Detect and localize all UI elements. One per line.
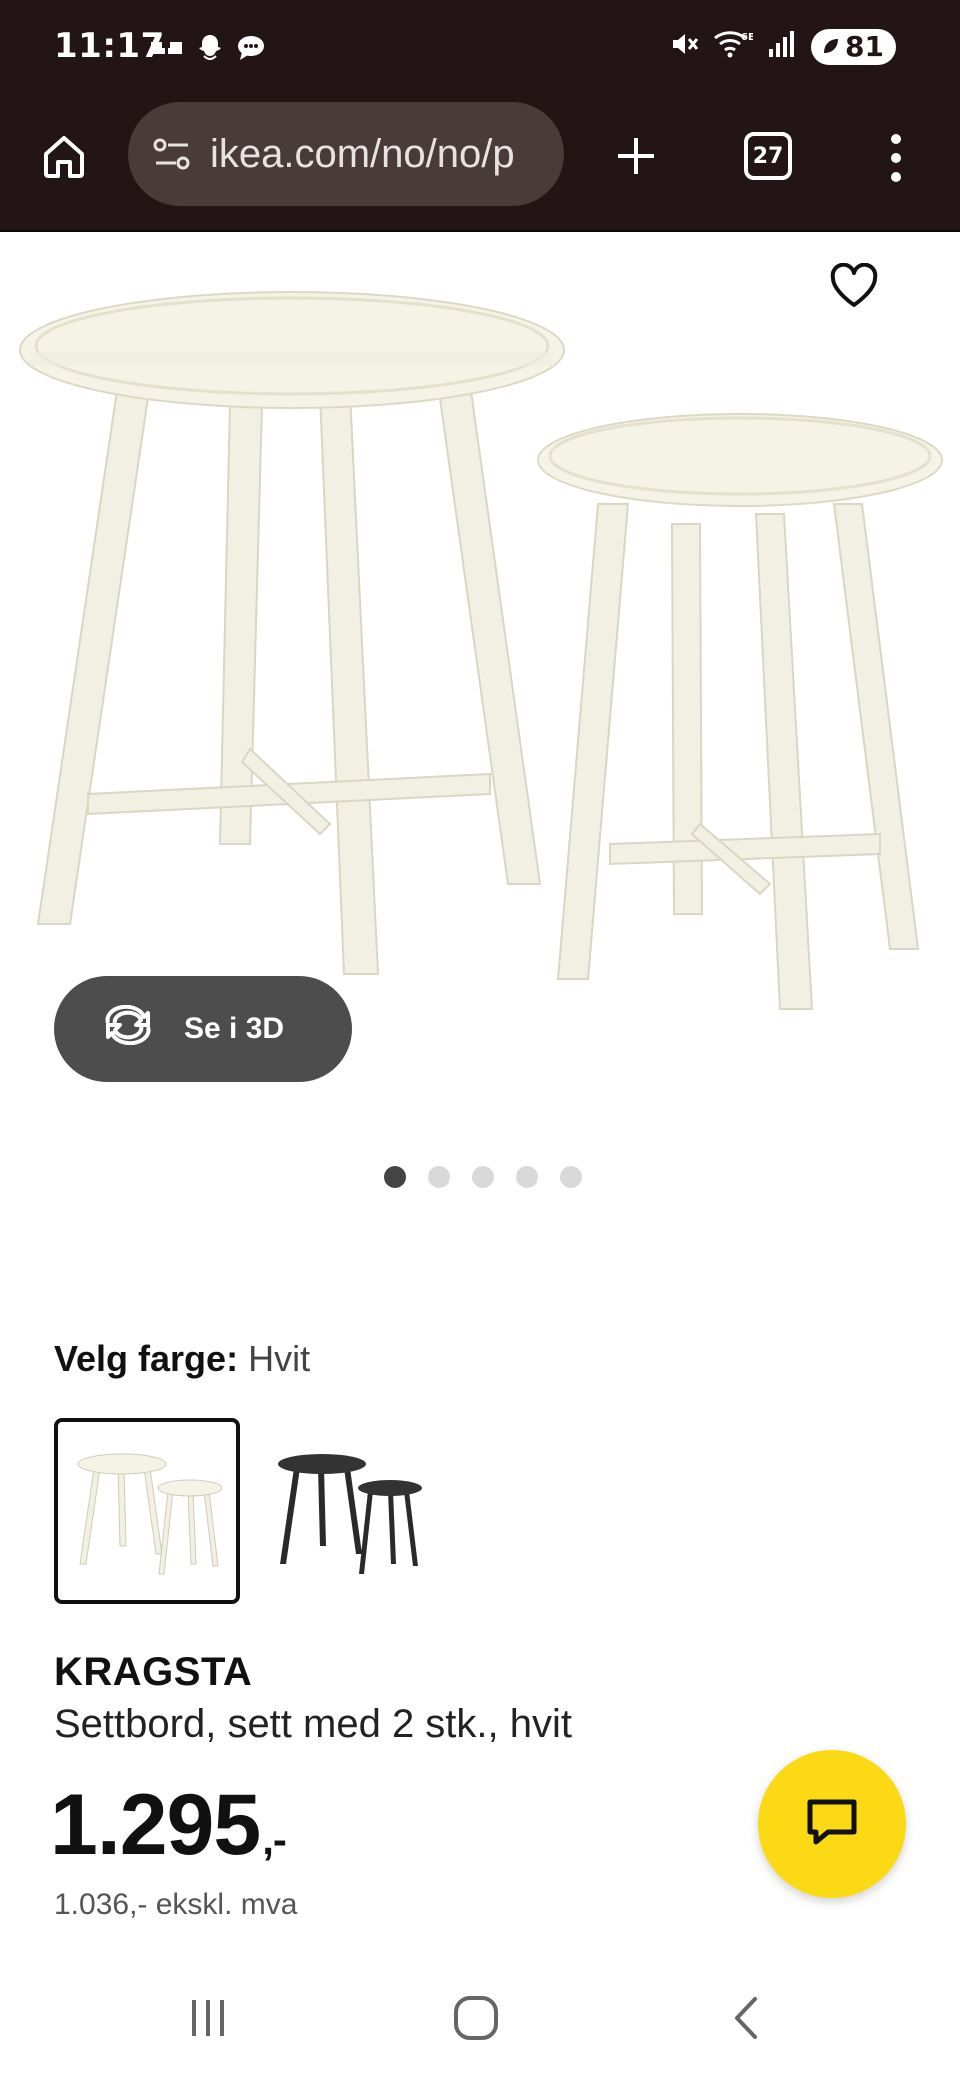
- messages-icon: [236, 34, 266, 67]
- rotate-3d-icon: [100, 1004, 156, 1053]
- favorite-button[interactable]: [824, 258, 884, 318]
- color-label-value: Hvit: [248, 1338, 311, 1379]
- status-right-icons: 6E 81: [669, 28, 896, 65]
- browser-menu-button[interactable]: [880, 128, 912, 188]
- new-tab-button[interactable]: [606, 128, 666, 188]
- recent-apps-button[interactable]: [168, 1990, 248, 2050]
- color-selector-label: Velg farge: Hvit: [54, 1338, 310, 1380]
- chat-button[interactable]: [758, 1750, 906, 1898]
- gallery-icon: [150, 37, 184, 64]
- svg-text:6E: 6E: [741, 32, 753, 43]
- battery-indicator: 81: [811, 28, 896, 65]
- signal-icon: [767, 29, 797, 64]
- view-3d-button[interactable]: Se i 3D: [54, 976, 352, 1082]
- wifi-6e-icon: 6E: [713, 28, 755, 65]
- black-table-thumbnail: [278, 1454, 422, 1574]
- plus-icon: [614, 134, 658, 183]
- color-swatch-black[interactable]: [254, 1418, 440, 1604]
- product-image-carousel[interactable]: [0, 234, 960, 1074]
- system-navigation-bar: [0, 1962, 960, 2080]
- tab-switcher-button[interactable]: 27: [744, 132, 792, 180]
- status-time: 11:17: [54, 26, 165, 66]
- view-3d-label: Se i 3D: [184, 1012, 285, 1045]
- product-image: [19, 291, 943, 1010]
- price-main: 1.295: [50, 1777, 261, 1873]
- recent-apps-icon: [186, 1996, 230, 2045]
- home-button[interactable]: [36, 130, 92, 186]
- snapchat-icon: [194, 32, 226, 69]
- chat-icon: [804, 1796, 860, 1853]
- heart-icon: [829, 262, 879, 314]
- leaf-icon: [821, 30, 841, 63]
- product-description: Settbord, sett med 2 stk., hvit: [54, 1702, 573, 1746]
- product-price: 1.295 ,-: [50, 1776, 287, 1875]
- color-label-prefix: Velg farge:: [54, 1338, 239, 1379]
- menu-dot: [891, 134, 901, 144]
- carousel-dot[interactable]: [428, 1166, 450, 1188]
- carousel-indicator: [384, 1166, 582, 1188]
- status-left-icons: [150, 32, 266, 69]
- status-bar: 11:17 6E 81: [0, 0, 960, 100]
- price-suffix: ,-: [262, 1816, 287, 1863]
- product-name: KRAGSTA: [54, 1650, 253, 1694]
- white-table-thumbnail: [77, 1453, 222, 1575]
- color-swatch-white[interactable]: [54, 1418, 240, 1604]
- carousel-dot[interactable]: [472, 1166, 494, 1188]
- price-excl-vat: 1.036,- ekskl. mva: [54, 1888, 298, 1921]
- carousel-dot[interactable]: [560, 1166, 582, 1188]
- home-icon: [40, 132, 88, 185]
- battery-level: 81: [845, 30, 884, 63]
- home-nav-icon: [453, 1995, 499, 2046]
- menu-dot: [891, 153, 901, 163]
- address-bar[interactable]: ikea.com/no/no/p: [128, 102, 564, 206]
- browser-toolbar: ikea.com/no/no/p 27: [0, 100, 960, 232]
- carousel-dot[interactable]: [516, 1166, 538, 1188]
- home-nav-button[interactable]: [436, 1990, 516, 2050]
- back-button[interactable]: [706, 1990, 786, 2050]
- back-icon: [731, 1995, 761, 2046]
- url-text: ikea.com/no/no/p: [210, 131, 515, 176]
- mute-icon: [669, 29, 699, 64]
- menu-dot: [891, 172, 901, 182]
- site-settings-icon[interactable]: [150, 132, 194, 176]
- carousel-dot-active[interactable]: [384, 1166, 406, 1188]
